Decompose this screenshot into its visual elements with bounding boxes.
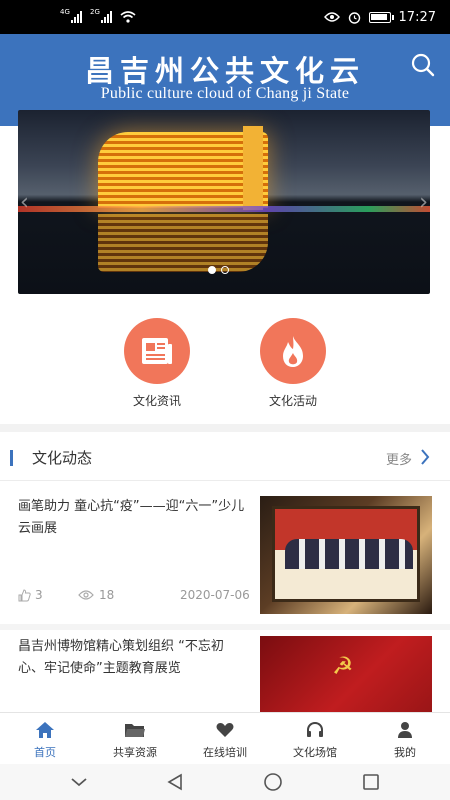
signal-icon: 2G — [90, 8, 112, 23]
battery-icon — [368, 11, 394, 23]
system-nav-bar — [0, 764, 450, 800]
party-emblem-icon: ☭ — [332, 652, 354, 680]
wifi-icon — [120, 11, 136, 23]
nav-item-shared-resources[interactable]: 共享资源 — [90, 713, 180, 764]
news-date: 2020-07-06 — [180, 588, 250, 602]
nav-item-cultural-venues[interactable]: 文化场馆 — [270, 713, 360, 764]
list-item[interactable]: 画笔助力 童心抗“疫”——迎“六一”少儿云画展 3 18 2020-07-06 — [0, 490, 450, 630]
status-time: 17:27 — [398, 9, 436, 25]
back-chevron-icon[interactable] — [70, 777, 88, 787]
eye-icon — [78, 590, 94, 600]
nav-label: 在线培训 — [203, 746, 247, 759]
banner-carousel[interactable]: ‹ › — [18, 110, 430, 294]
nav-item-mine[interactable]: 我的 — [360, 713, 450, 764]
view-count-value: 18 — [99, 588, 115, 602]
news-thumbnail[interactable] — [260, 496, 432, 614]
back-triangle-icon[interactable] — [167, 773, 183, 791]
chevron-right-icon[interactable] — [420, 448, 430, 466]
banner-image-shore-lights — [18, 206, 430, 212]
quick-link-news[interactable]: 文化资讯 — [102, 318, 212, 409]
sim2-network-label: 2G — [90, 8, 100, 16]
newspaper-icon — [142, 338, 172, 364]
section-title: 文化动态 — [32, 449, 93, 467]
recents-square-icon[interactable] — [362, 773, 380, 791]
carousel-next-icon[interactable]: › — [419, 190, 428, 215]
nav-label: 共享资源 — [113, 746, 157, 759]
quick-link-label: 文化资讯 — [132, 394, 181, 408]
carousel-dot[interactable] — [221, 266, 229, 274]
quick-link-icon-bg — [124, 318, 190, 384]
quick-link-label: 文化活动 — [268, 394, 317, 408]
nav-item-online-training[interactable]: 在线培训 — [180, 713, 270, 764]
app-title: 昌吉州公共文化云 — [84, 54, 365, 88]
heart-icon — [216, 723, 234, 737]
person-icon — [398, 722, 412, 738]
bottom-nav: 首页 共享资源 在线培训 文化场馆 我的 — [0, 712, 450, 764]
nav-item-home[interactable]: 首页 — [0, 713, 90, 764]
quick-link-icon-bg — [260, 318, 326, 384]
status-bar: 4G 2G 17:27 — [0, 0, 450, 34]
section-divider — [0, 424, 450, 432]
carousel-dots — [208, 266, 229, 274]
view-count: 18 — [78, 588, 114, 602]
headphones-icon — [307, 722, 323, 737]
news-title: 昌吉州博物馆精心策划组织 “不忘初心、牢记使命”主题教育展览 — [18, 639, 224, 676]
like-count-value: 3 — [35, 588, 43, 602]
flame-icon — [283, 336, 303, 367]
carousel-dot[interactable] — [208, 266, 216, 274]
banner-image-tower — [243, 126, 263, 210]
search-icon[interactable] — [410, 52, 436, 78]
quick-link-activities[interactable]: 文化活动 — [238, 318, 348, 409]
carousel-prev-icon[interactable]: ‹ — [20, 190, 29, 215]
home-icon — [36, 722, 54, 738]
thumbnail-painting — [272, 506, 420, 602]
eye-icon — [323, 12, 340, 22]
painting-figures — [285, 539, 413, 569]
alarm-icon — [348, 11, 360, 24]
sim1-network-label: 4G — [60, 8, 70, 16]
nav-label: 首页 — [34, 746, 56, 759]
thumbs-up-icon — [18, 588, 31, 601]
news-title: 画笔助力 童心抗“疫”——迎“六一”少儿云画展 — [18, 499, 245, 536]
section-underline — [0, 480, 450, 481]
app-subtitle: Public culture cloud of Chang ji State — [100, 85, 350, 102]
like-count[interactable]: 3 — [18, 588, 43, 602]
section-accent-bar — [10, 450, 13, 466]
nav-label: 文化场馆 — [293, 746, 337, 759]
banner-image-reflection — [98, 214, 268, 272]
section-header: 文化动态 更多 — [0, 440, 450, 476]
folder-icon — [125, 724, 145, 737]
home-circle-icon[interactable] — [263, 772, 283, 792]
more-link[interactable]: 更多 — [386, 449, 412, 468]
signal-icon: 4G — [60, 8, 82, 23]
quick-links: 文化资讯 文化活动 — [0, 318, 450, 418]
nav-label: 我的 — [394, 746, 416, 759]
